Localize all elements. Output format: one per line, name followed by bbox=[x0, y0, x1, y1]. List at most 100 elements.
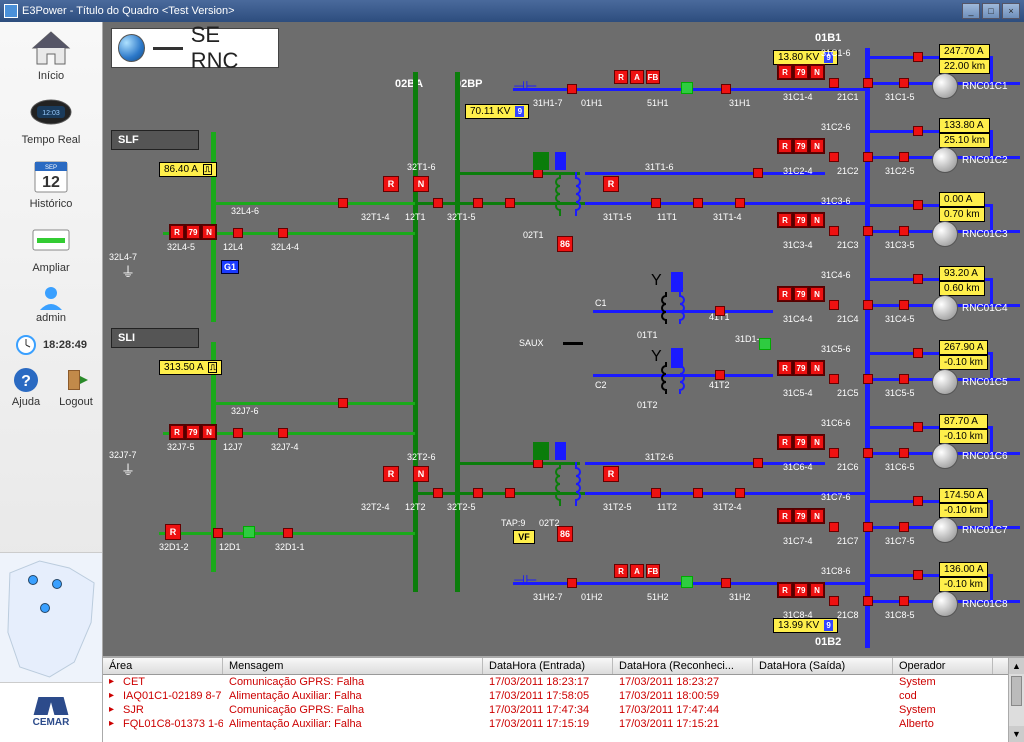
g1-indicator[interactable]: G1 bbox=[221, 260, 239, 274]
switch-31C3-5[interactable] bbox=[899, 226, 909, 236]
switch-21C1[interactable] bbox=[863, 78, 873, 88]
rfn-RNC01C7[interactable]: R79N bbox=[777, 508, 825, 524]
switch-01h1[interactable] bbox=[567, 84, 577, 94]
meas-RNC01C6-a[interactable]: 87.70 A bbox=[939, 414, 988, 429]
switch-01h2[interactable] bbox=[567, 578, 577, 588]
rfn-RNC01C3[interactable]: R79N bbox=[777, 212, 825, 228]
feeder-out-RNC01C4[interactable]: RNC01C4 bbox=[932, 294, 1018, 322]
switch-32j7-6[interactable] bbox=[338, 398, 348, 408]
relay-31t1[interactable]: R bbox=[603, 176, 619, 192]
meas-RNC01C7-a[interactable]: 174.50 A bbox=[939, 488, 988, 503]
switch-31t1-5[interactable] bbox=[651, 198, 661, 208]
switch-32t2-4[interactable] bbox=[433, 488, 443, 498]
maximize-button[interactable]: □ bbox=[982, 3, 1000, 19]
switch-31C4-4[interactable] bbox=[829, 300, 839, 310]
sidebar-item-inicio[interactable]: Início bbox=[27, 28, 75, 82]
switch-31h2[interactable] bbox=[721, 578, 731, 588]
switch-31t2-6[interactable] bbox=[753, 458, 763, 468]
switch-12t2[interactable] bbox=[473, 488, 483, 498]
alarm-row[interactable]: ▸IAQ01C1-02189 8-7Alimentação Auxiliar: … bbox=[103, 689, 1024, 703]
close-button[interactable]: × bbox=[1002, 3, 1020, 19]
switch-32t1-5[interactable] bbox=[505, 198, 515, 208]
single-line-diagram[interactable]: SE RNC 02BA 02BP 01B1 01B2 70.11 KV9 13.… bbox=[103, 22, 1024, 656]
switch-32d1-1[interactable] bbox=[283, 528, 293, 538]
feeder-out-RNC01C1[interactable]: RNC01C1 bbox=[932, 72, 1018, 100]
alarm-body[interactable]: ▸CETComunicação GPRS: Falha17/03/2011 18… bbox=[103, 675, 1024, 742]
switch-12j7[interactable] bbox=[233, 428, 243, 438]
meas-RNC01C5-a[interactable]: 267.90 A bbox=[939, 340, 988, 355]
switch-31C8-4[interactable] bbox=[829, 596, 839, 606]
scroll-thumb[interactable] bbox=[1011, 676, 1022, 706]
rfn-RNC01C8[interactable]: R79N bbox=[777, 582, 825, 598]
breaker-12d1[interactable] bbox=[243, 526, 255, 538]
switch-21C2[interactable] bbox=[863, 152, 873, 162]
switch-11t1[interactable] bbox=[693, 198, 703, 208]
switch-31C1-5[interactable] bbox=[899, 78, 909, 88]
switch-31C1-6[interactable] bbox=[913, 52, 923, 62]
meas-02bp-kv[interactable]: 70.11 KV9 bbox=[465, 104, 529, 119]
switch-31t1-4[interactable] bbox=[735, 198, 745, 208]
switch-31C6-4[interactable] bbox=[829, 448, 839, 458]
switch-41t2[interactable] bbox=[715, 370, 725, 380]
relay-32t1-n[interactable]: N bbox=[413, 176, 429, 192]
rfn-RNC01C5[interactable]: R79N bbox=[777, 360, 825, 376]
switch-32l4-6[interactable] bbox=[338, 198, 348, 208]
col-area[interactable]: Área bbox=[103, 658, 223, 674]
feeder-out-RNC01C7[interactable]: RNC01C7 bbox=[932, 516, 1018, 544]
switch-31h1[interactable] bbox=[721, 84, 731, 94]
switch-21C3[interactable] bbox=[863, 226, 873, 236]
switch-31C8-5[interactable] bbox=[899, 596, 909, 606]
relay-32t2-r[interactable]: R bbox=[383, 466, 399, 482]
switch-31C2-4[interactable] bbox=[829, 152, 839, 162]
rfn-RNC01C4[interactable]: R79N bbox=[777, 286, 825, 302]
alarm-row[interactable]: ▸CETComunicação GPRS: Falha17/03/2011 18… bbox=[103, 675, 1024, 689]
switch-31C5-4[interactable] bbox=[829, 374, 839, 384]
sidebar-item-historico[interactable]: SEP12 Histórico bbox=[27, 156, 75, 210]
col-msg[interactable]: Mensagem bbox=[223, 658, 483, 674]
meas-RNC01C2-a[interactable]: 133.80 A bbox=[939, 118, 990, 133]
rfn-32j7[interactable]: R79N bbox=[169, 424, 217, 440]
switch-31C3-6[interactable] bbox=[913, 200, 923, 210]
rfn-RNC01C1[interactable]: R79N bbox=[777, 64, 825, 80]
rfn-RNC01C6[interactable]: R79N bbox=[777, 434, 825, 450]
vf-indicator[interactable]: VF bbox=[513, 530, 535, 544]
switch-31C6-6[interactable] bbox=[913, 422, 923, 432]
sidebar-item-tempo-real[interactable]: 12:03 Tempo Real bbox=[22, 92, 81, 146]
switch-31C2-6[interactable] bbox=[913, 126, 923, 136]
switch-12t1[interactable] bbox=[473, 198, 483, 208]
switch-31C7-6[interactable] bbox=[913, 496, 923, 506]
feeder-out-RNC01C2[interactable]: RNC01C2 bbox=[932, 146, 1018, 174]
alarm-row[interactable]: ▸FQL01C8-01373 1-6Alimentação Auxiliar: … bbox=[103, 717, 1024, 731]
switch-31C3-4[interactable] bbox=[829, 226, 839, 236]
switch-21C4[interactable] bbox=[863, 300, 873, 310]
switch-31C8-6[interactable] bbox=[913, 570, 923, 580]
col-de[interactable]: DataHora (Entrada) bbox=[483, 658, 613, 674]
meas-01b2-kv[interactable]: 13.99 KV9 bbox=[773, 618, 838, 633]
switch-32t2-5[interactable] bbox=[505, 488, 515, 498]
switch-31C6-5[interactable] bbox=[899, 448, 909, 458]
relay-32t1-r[interactable]: R bbox=[383, 176, 399, 192]
switch-21C8[interactable] bbox=[863, 596, 873, 606]
sidebar-item-logout[interactable]: Logout bbox=[55, 366, 97, 408]
relay-31t2[interactable]: R bbox=[603, 466, 619, 482]
switch-31C4-5[interactable] bbox=[899, 300, 909, 310]
switch-21C5[interactable] bbox=[863, 374, 873, 384]
switch-31t2-4[interactable] bbox=[735, 488, 745, 498]
relay-86-t2[interactable]: 86 bbox=[557, 526, 573, 542]
breaker-51h2[interactable] bbox=[681, 576, 693, 588]
switch-21C7[interactable] bbox=[863, 522, 873, 532]
feeder-out-RNC01C5[interactable]: RNC01C5 bbox=[932, 368, 1018, 396]
col-dr[interactable]: DataHora (Reconheci... bbox=[613, 658, 753, 674]
meas-slf-a[interactable]: 86.40 A⎍ bbox=[159, 162, 217, 177]
relay-32d1[interactable]: R bbox=[165, 524, 181, 540]
switch-31C5-5[interactable] bbox=[899, 374, 909, 384]
breaker-31d1[interactable] bbox=[759, 338, 771, 350]
feeder-out-RNC01C8[interactable]: RNC01C8 bbox=[932, 590, 1018, 618]
switch-31C7-4[interactable] bbox=[829, 522, 839, 532]
switch-31C5-6[interactable] bbox=[913, 348, 923, 358]
switch-32d1-2[interactable] bbox=[213, 528, 223, 538]
switch-21C6[interactable] bbox=[863, 448, 873, 458]
rfn-32l4[interactable]: R79N bbox=[169, 224, 217, 240]
switch-31t2-5[interactable] bbox=[651, 488, 661, 498]
rafb-31h1[interactable]: RAFB bbox=[613, 70, 661, 84]
